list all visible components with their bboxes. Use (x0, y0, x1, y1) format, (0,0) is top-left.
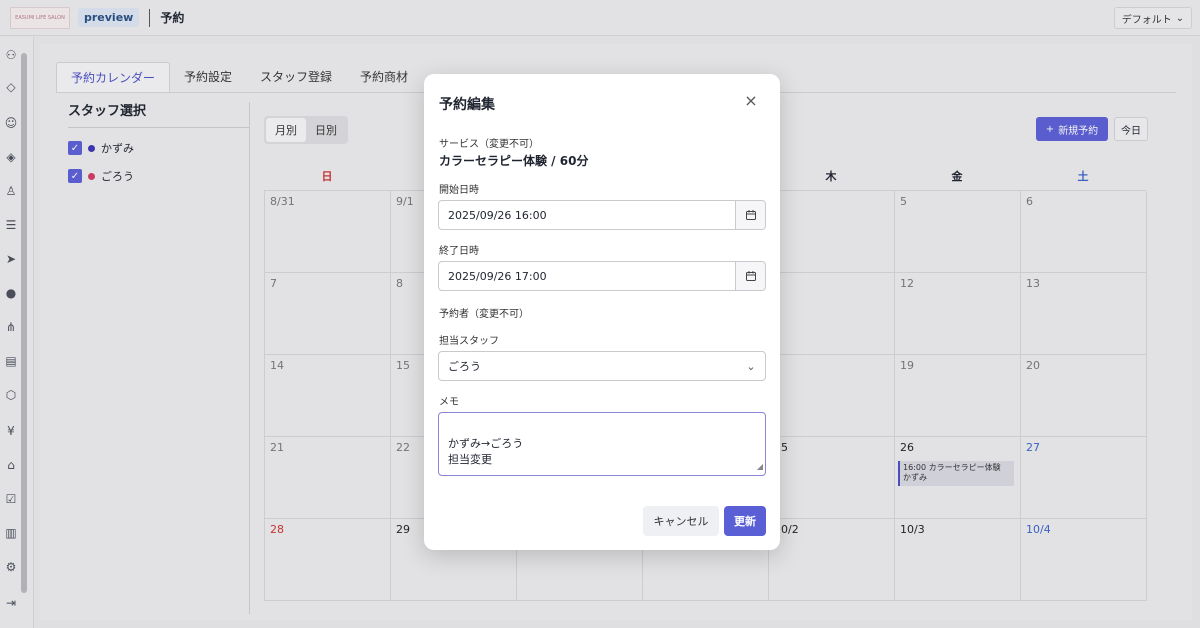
staff-select[interactable]: ごろう ⌄ (438, 351, 766, 381)
update-button[interactable]: 更新 (724, 506, 766, 536)
cancel-button[interactable]: キャンセル (643, 506, 719, 536)
start-datetime-field[interactable]: 2025/09/26 16:00 (438, 200, 766, 230)
staff-label: 担当スタッフ (439, 336, 499, 347)
service-value: カラーセラピー体験 / 60分 (439, 154, 589, 168)
calendar-icon[interactable] (735, 201, 765, 229)
end-datetime-value: 2025/09/26 17:00 (448, 269, 547, 283)
resize-handle-icon[interactable]: ◢ (757, 461, 763, 473)
staff-select-value: ごろう (448, 360, 481, 373)
chevron-down-icon: ⌄ (746, 359, 756, 373)
service-label: サービス（変更不可） (439, 139, 539, 150)
memo-textarea[interactable]: かずみ→ごろう 担当変更 ◢ (438, 412, 766, 476)
end-datetime-field[interactable]: 2025/09/26 17:00 (438, 261, 766, 291)
calendar-icon[interactable] (735, 262, 765, 290)
edit-reservation-modal: 予約編集 × サービス（変更不可） カラーセラピー体験 / 60分 開始日時 2… (424, 74, 780, 550)
customer-label: 予約者（変更不可） (439, 309, 529, 320)
start-label: 開始日時 (439, 185, 479, 196)
end-label: 終了日時 (439, 246, 479, 257)
modal-title: 予約編集 (439, 97, 495, 113)
close-icon[interactable]: × (742, 92, 760, 110)
start-datetime-value: 2025/09/26 16:00 (448, 208, 547, 222)
memo-label: メモ (439, 397, 459, 408)
memo-value: かずみ→ごろう 担当変更 (448, 436, 524, 466)
